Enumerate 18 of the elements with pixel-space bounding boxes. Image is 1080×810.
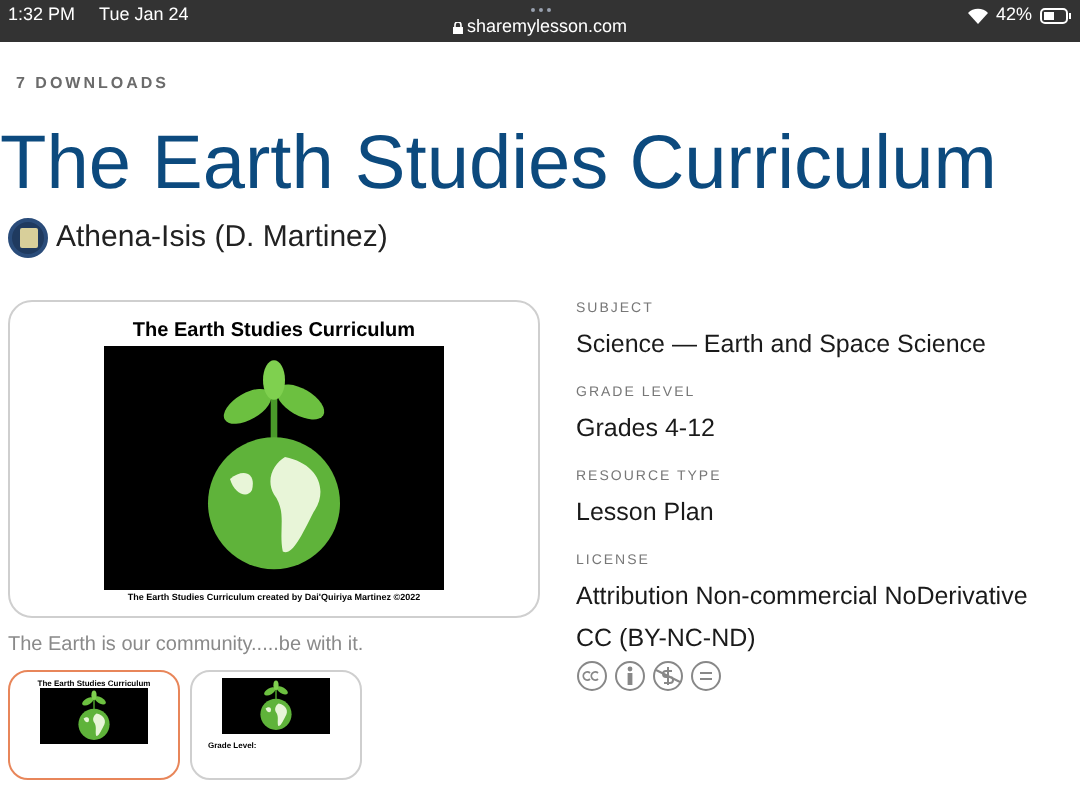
status-time: 1:32 PM: [8, 2, 76, 28]
lock-icon: [452, 21, 463, 34]
battery-icon: [1040, 7, 1072, 24]
battery-percent: 42%: [995, 2, 1032, 28]
url-address[interactable]: sharemylesson.com: [466, 14, 628, 41]
preview-heading: The Earth Studies Curriculum: [132, 319, 416, 343]
detail-value: Lesson Plan: [576, 497, 716, 527]
author-name[interactable]: Athena-Isis (D. Martinez): [56, 216, 388, 261]
detail-value: CC (BY-NC-ND): [576, 623, 758, 653]
page-title: The Earth Studies Curriculum: [0, 120, 999, 208]
resource-description: The Earth is our community.....be with it.: [8, 631, 366, 659]
downloads-count: 7 DOWNLOADS: [16, 72, 171, 96]
status-date: Tue Jan 24: [99, 2, 189, 28]
detail-value: Attribution Non-commercial NoDerivative: [576, 581, 1028, 611]
author-avatar: [8, 218, 48, 259]
detail-value: Science — Earth and Space Science: [576, 329, 988, 359]
detail-value: Grades 4-12: [576, 413, 717, 443]
wifi-icon: [967, 7, 988, 24]
